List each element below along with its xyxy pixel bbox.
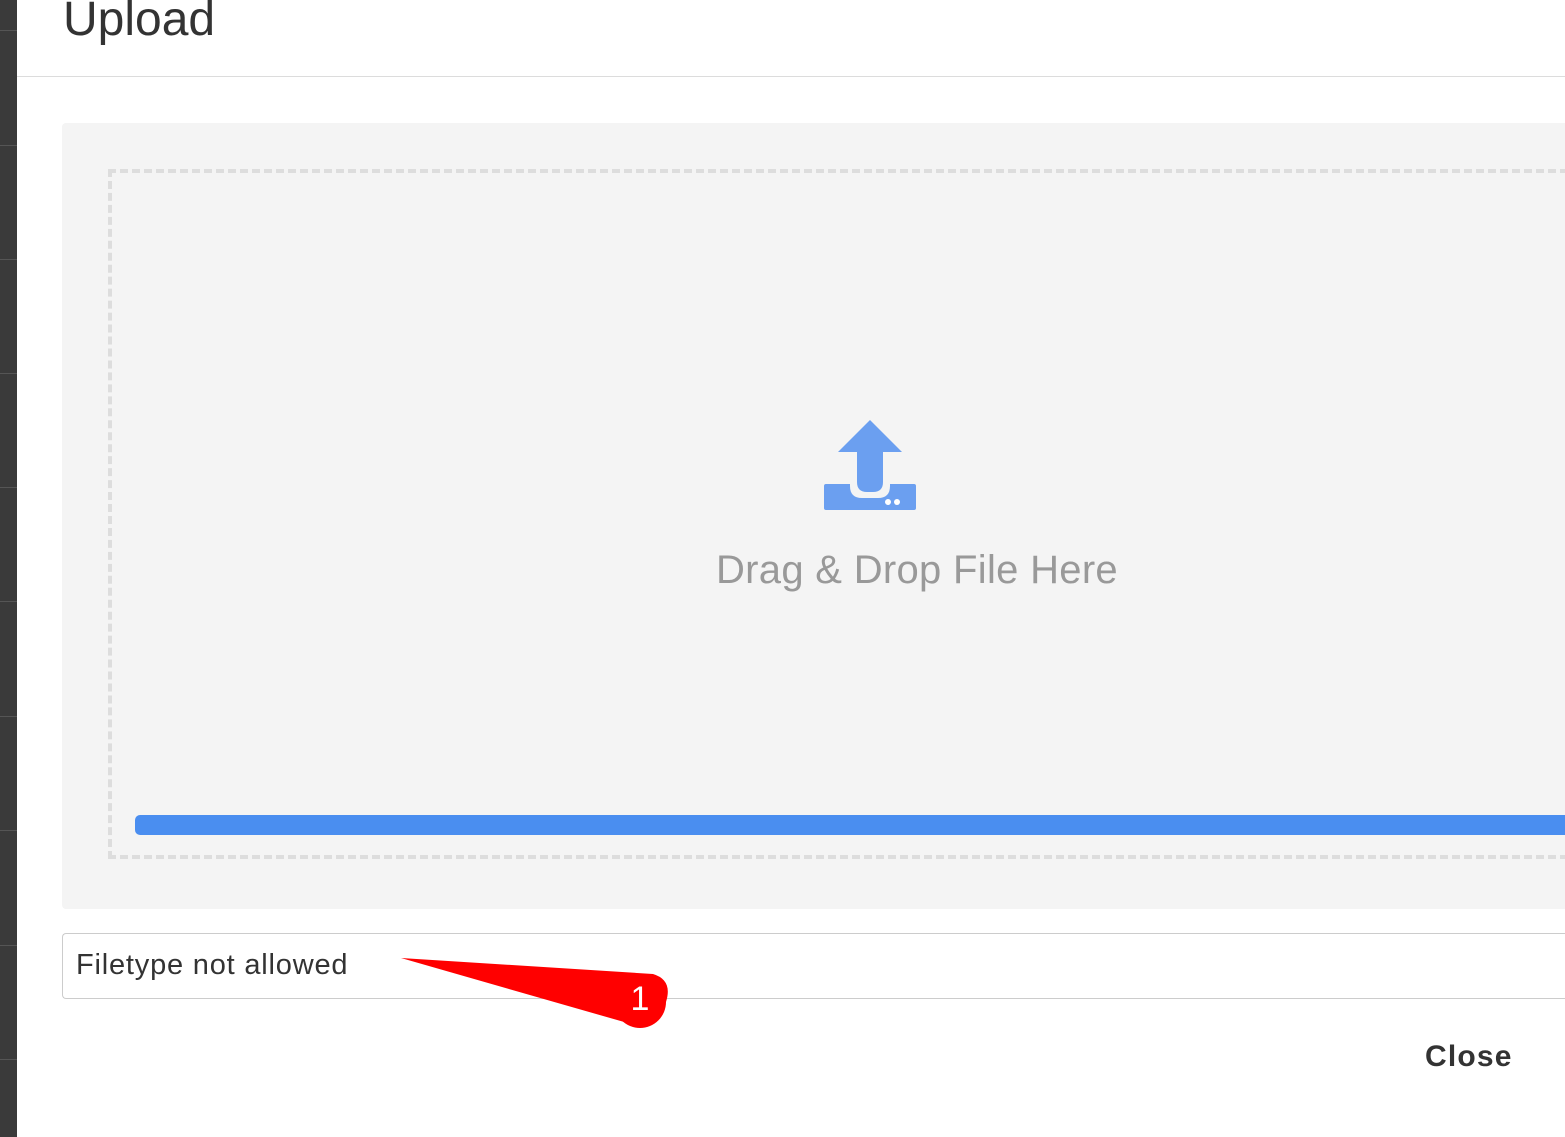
backdrop-divider — [0, 373, 17, 374]
upload-progress-bar — [135, 815, 1565, 835]
backdrop-divider — [0, 716, 17, 717]
backdrop-divider — [0, 830, 17, 831]
modal-title: Upload — [63, 0, 216, 46]
backdrop-divider — [0, 259, 17, 260]
error-message: Filetype not allowed — [76, 949, 349, 981]
annotation-number: 1 — [630, 980, 650, 1018]
upload-modal: Upload Drag & Drop File Here Filetype no… — [17, 0, 1565, 1137]
drop-zone[interactable] — [108, 169, 1565, 859]
drop-instruction: Drag & Drop File Here — [716, 548, 1118, 592]
backdrop-divider — [0, 30, 17, 31]
backdrop-divider — [0, 487, 17, 488]
backdrop-divider — [0, 601, 17, 602]
backdrop-divider — [0, 945, 17, 946]
backdrop-divider — [0, 1059, 17, 1060]
modal-header: Upload — [17, 0, 1565, 77]
error-message-box: Filetype not allowed — [62, 933, 1565, 999]
upload-panel: Drag & Drop File Here — [62, 123, 1565, 909]
page-backdrop — [0, 0, 17, 1137]
upload-progress-fill — [135, 815, 1565, 835]
close-button[interactable]: Close — [1425, 1040, 1513, 1074]
backdrop-divider — [0, 145, 17, 146]
upload-tray-icon — [824, 420, 916, 510]
